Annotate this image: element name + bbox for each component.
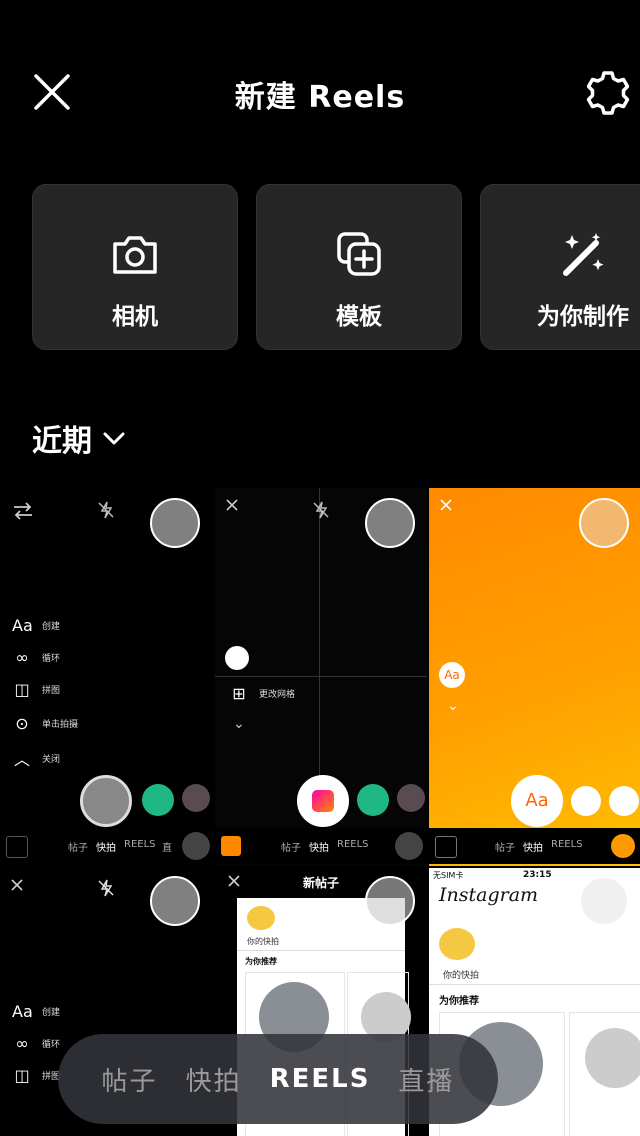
thumb-tab-strip: 帖子 快拍 REELS 直 bbox=[0, 828, 213, 864]
thumb-title: 新帖子 bbox=[303, 876, 340, 890]
camera-card-label: 相机 bbox=[112, 304, 158, 330]
made-for-you-card-label: 为你制作 bbox=[537, 304, 629, 330]
thumb-tab-strip: 帖子 快拍 REELS bbox=[215, 828, 427, 864]
camera-card[interactable]: 相机 bbox=[32, 184, 238, 350]
media-thumbnail[interactable]: ⊞ 更改网格 ⌄ 帖子 快拍 REELS bbox=[215, 488, 427, 866]
avatar bbox=[182, 784, 210, 812]
select-circle[interactable] bbox=[365, 876, 415, 926]
thumb-tab-strip: 帖子 快拍 REELS bbox=[429, 828, 640, 864]
mode-live[interactable]: 直播 bbox=[398, 1061, 454, 1098]
chevron-down-icon: ⌄ bbox=[447, 698, 459, 714]
avatar bbox=[397, 784, 425, 812]
flash-off-icon bbox=[313, 501, 329, 519]
thumb-menu-item: ⊙ 单击拍摄 bbox=[15, 714, 79, 733]
swap-icon bbox=[14, 502, 32, 520]
camera-icon bbox=[113, 236, 157, 274]
create-options: 相机 模板 为你制作 bbox=[32, 184, 640, 352]
recent-label: 近期 bbox=[32, 424, 92, 459]
close-icon bbox=[226, 499, 238, 511]
chevron-down-icon bbox=[103, 432, 125, 445]
close-icon bbox=[11, 879, 23, 891]
thumb-menu-item: ◫ 拼图 bbox=[14, 680, 61, 699]
shutter-thumb bbox=[297, 775, 349, 827]
select-circle[interactable] bbox=[365, 498, 415, 548]
shutter-thumb bbox=[80, 775, 132, 827]
avatar bbox=[357, 784, 389, 816]
flash-off-icon bbox=[98, 501, 114, 519]
avatar bbox=[571, 786, 601, 816]
mode-switcher: 帖子 快拍 REELS 直播 bbox=[58, 1034, 498, 1124]
chevron-down-icon: ⌄ bbox=[233, 716, 245, 732]
media-thumbnail[interactable]: Aa 创建 ∞ 循环 ◫ 拼图 ⊙ 单击拍摄 ︿ 关闭 帖子 快拍 REELS 直 bbox=[0, 488, 213, 866]
thumb-menu-item: ∞ 循环 bbox=[15, 1034, 61, 1053]
avatar bbox=[439, 928, 475, 960]
gear-icon bbox=[586, 71, 630, 115]
shutter-thumb: Aa bbox=[511, 775, 563, 827]
layout-icon bbox=[225, 646, 249, 670]
text-style-icon: Aa bbox=[439, 662, 465, 688]
mode-story[interactable]: 快拍 bbox=[186, 1061, 242, 1098]
magic-wand-icon bbox=[563, 233, 604, 276]
template-card-label: 模板 bbox=[336, 304, 382, 330]
made-for-you-card[interactable]: 为你制作 bbox=[480, 184, 640, 350]
avatar bbox=[247, 906, 275, 930]
top-bar: 新建 Reels bbox=[0, 0, 640, 180]
close-icon bbox=[228, 875, 240, 887]
mode-post[interactable]: 帖子 bbox=[102, 1061, 158, 1098]
thumb-menu-item: ︿ 关闭 bbox=[13, 750, 61, 769]
thumb-menu-item: ∞ 循环 bbox=[15, 648, 61, 667]
mode-reels[interactable]: REELS bbox=[270, 1064, 371, 1094]
select-circle[interactable] bbox=[150, 876, 200, 926]
template-add-icon bbox=[337, 232, 381, 276]
avatar bbox=[609, 786, 639, 816]
avatar bbox=[142, 784, 174, 816]
media-thumbnail[interactable]: Aa ⌄ Aa 帖子 快拍 REELS bbox=[429, 488, 640, 866]
template-card[interactable]: 模板 bbox=[256, 184, 462, 350]
thumb-menu-item: ◫ 拼图 bbox=[14, 1066, 61, 1085]
page-title: 新建 Reels bbox=[234, 80, 406, 115]
thumb-menu-item: ⊞ 更改网格 bbox=[232, 684, 296, 703]
thumb-menu-item: Aa 创建 bbox=[12, 1002, 61, 1021]
select-circle[interactable] bbox=[579, 498, 629, 548]
recent-dropdown[interactable]: 近期 bbox=[32, 416, 126, 460]
close-icon bbox=[440, 499, 452, 511]
thumb-menu-item: Aa 创建 bbox=[12, 616, 61, 635]
flash-off-icon bbox=[98, 879, 114, 897]
select-circle[interactable] bbox=[150, 498, 200, 548]
select-circle[interactable] bbox=[579, 876, 629, 926]
settings-button[interactable] bbox=[582, 68, 634, 120]
app-logo: Instagram bbox=[439, 884, 539, 906]
